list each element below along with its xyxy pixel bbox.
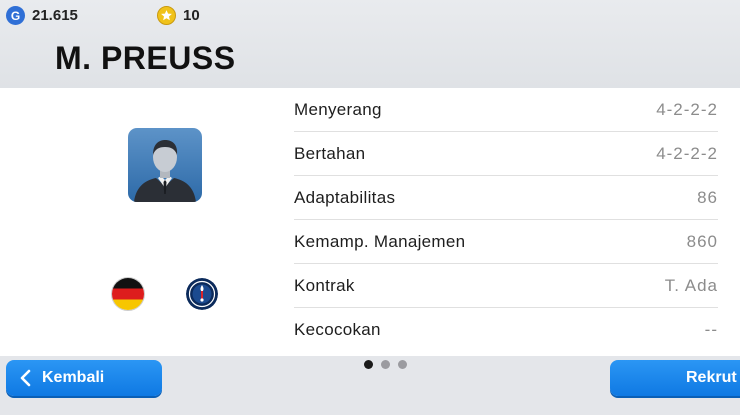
stat-value: 860	[686, 231, 718, 251]
back-button[interactable]: Kembali	[6, 360, 162, 396]
top-bar: G 21.615 10 M. PREUSS	[0, 0, 740, 88]
gp-value: 21.615	[32, 7, 78, 24]
stat-value: 86	[697, 187, 718, 207]
page-dot-3[interactable]	[398, 360, 407, 369]
stat-label: Menyerang	[294, 99, 382, 119]
stat-value: 4-2-2-2	[656, 99, 718, 119]
stat-label: Bertahan	[294, 143, 366, 163]
gp-icon: G	[6, 6, 25, 25]
stat-label: Adaptabilitas	[294, 187, 396, 207]
chevron-left-icon	[20, 369, 31, 387]
stat-row-kecocokan: Kecocokan --	[294, 308, 718, 352]
club-badge-icon	[186, 278, 218, 310]
stat-row-kontrak: Kontrak T. Ada	[294, 264, 718, 308]
stat-row-bertahan: Bertahan 4-2-2-2	[294, 132, 718, 176]
manager-profile-panel	[0, 88, 272, 356]
page-indicator	[364, 360, 415, 369]
coin-value: 10	[183, 7, 200, 24]
coin-balance: 10	[157, 6, 200, 25]
recruit-button-label: Rekrut	[686, 369, 737, 386]
stat-row-kemampuan-manajemen: Kemamp. Manajemen 860	[294, 220, 718, 264]
germany-flag-icon	[112, 278, 144, 310]
stat-value: --	[704, 320, 718, 339]
silhouette-icon	[134, 140, 196, 202]
manager-stats-list: Menyerang 4-2-2-2 Bertahan 4-2-2-2 Adapt…	[272, 88, 740, 356]
recruit-button[interactable]: Rekrut	[610, 360, 740, 396]
stat-value: 4-2-2-2	[656, 143, 718, 163]
gp-balance: G 21.615	[6, 6, 78, 25]
page-dot-2[interactable]	[381, 360, 390, 369]
page-dot-1[interactable]	[364, 360, 373, 369]
back-button-label: Kembali	[42, 369, 105, 386]
stat-value: T. Ada	[664, 275, 718, 295]
stat-row-adaptabilitas: Adaptabilitas 86	[294, 176, 718, 220]
stat-row-menyerang: Menyerang 4-2-2-2	[294, 88, 718, 132]
coin-icon	[157, 6, 176, 25]
manager-avatar	[128, 128, 202, 202]
stat-label: Kecocokan	[294, 320, 381, 339]
stat-label: Kemamp. Manajemen	[294, 231, 466, 251]
stat-label: Kontrak	[294, 275, 355, 295]
manager-name: M. PREUSS	[55, 40, 236, 76]
